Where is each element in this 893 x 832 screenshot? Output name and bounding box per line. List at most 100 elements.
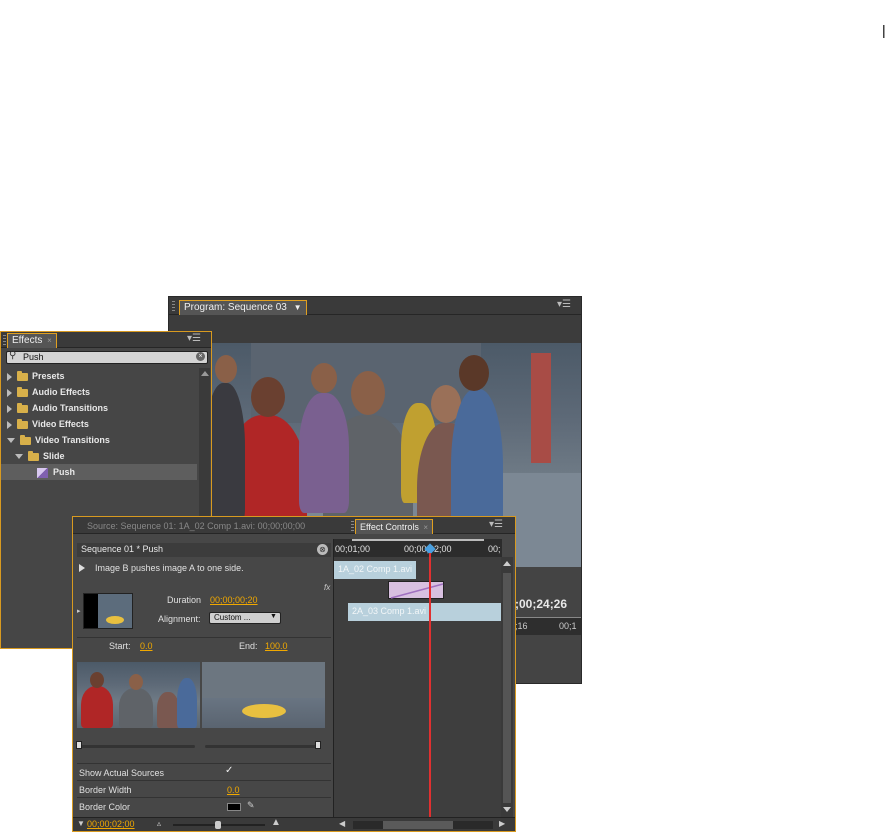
zoom-in-icon[interactable]: ▲ <box>271 817 281 828</box>
play-preview-icon[interactable] <box>79 564 85 572</box>
program-letterbox-top <box>169 315 581 343</box>
bottom-menu-icon[interactable]: ▼ <box>77 819 85 828</box>
close-icon[interactable]: × <box>423 523 428 532</box>
transition-effect-icon <box>37 467 48 478</box>
folder-icon <box>17 418 28 429</box>
expand-arrow-icon[interactable] <box>7 372 12 381</box>
page-marker: | <box>882 22 886 38</box>
program-timecode[interactable]: ;00;24;26 <box>515 597 567 611</box>
bottom-timecode[interactable]: 00;00;02;00 <box>87 819 135 829</box>
panel-grip-icon[interactable] <box>3 335 6 345</box>
eyedropper-icon[interactable]: ✎ <box>247 800 255 811</box>
close-icon[interactable]: × <box>47 336 52 345</box>
ruler-time-right: 00; <box>488 544 501 554</box>
person-purple <box>299 393 349 513</box>
hscroll-thumb[interactable] <box>383 821 453 829</box>
show-actual-sources-checkbox[interactable]: ✓ <box>225 765 236 776</box>
work-area-bar[interactable] <box>352 539 484 541</box>
border-width-label: Border Width <box>79 785 132 795</box>
effects-tree: Presets Audio Effects Audio Transitions … <box>1 368 197 480</box>
timeline-scroll-right-icon[interactable]: ▶ <box>499 819 505 828</box>
timeline-hscroll[interactable] <box>353 821 493 829</box>
effect-timeline-vscroll[interactable] <box>501 557 513 817</box>
timeline-ruler[interactable]: 00;01;00 00;00;02;00 00; <box>334 539 502 557</box>
effects-tab-label: Effects <box>12 335 43 346</box>
panel-menu-icon[interactable]: ▾☰ <box>489 519 503 530</box>
duration-value[interactable]: 00;00;00;20 <box>210 595 258 605</box>
collapse-arrow-icon[interactable] <box>7 438 15 444</box>
folder-icon <box>28 450 39 461</box>
tab-source[interactable]: Source: Sequence 01: 1A_02 Comp 1.avi: 0… <box>87 519 305 533</box>
zoom-slider-thumb[interactable] <box>215 821 221 829</box>
divider <box>77 763 331 764</box>
tree-item-video-effects[interactable]: Video Effects <box>1 416 197 432</box>
tab-program[interactable]: Program: Sequence 03 ▼ <box>179 300 307 315</box>
vscroll-thumb[interactable] <box>503 573 511 803</box>
panel-menu-icon[interactable]: ▾☰ <box>187 333 201 344</box>
scroll-up-icon[interactable] <box>503 561 511 566</box>
expand-arrow-icon[interactable] <box>7 388 12 397</box>
tree-item-audio-transitions[interactable]: Audio Transitions <box>1 400 197 416</box>
effects-tab-bar: Effects × ▾☰ <box>1 332 211 348</box>
tab-effect-controls[interactable]: Effect Controls × <box>355 519 434 534</box>
transition-thumbnail[interactable] <box>83 593 133 629</box>
slider-thumb[interactable] <box>76 741 82 749</box>
alignment-label: Alignment: <box>158 614 201 624</box>
panel-grip-icon[interactable] <box>351 521 354 531</box>
person-head <box>251 377 285 417</box>
scroll-up-icon[interactable] <box>201 371 209 376</box>
effect-controls-tab-label: Effect Controls <box>360 522 419 532</box>
chevron-down-icon: ▼ <box>270 613 277 620</box>
tree-item-video-transitions[interactable]: Video Transitions <box>1 432 197 448</box>
thumbnail-direction-arrow-left[interactable]: ▸ <box>77 607 81 615</box>
scroll-down-icon[interactable] <box>503 807 511 812</box>
divider <box>77 637 331 638</box>
slider-thumb[interactable] <box>315 741 321 749</box>
playhead-line[interactable] <box>429 553 431 817</box>
collapse-arrow-icon[interactable] <box>15 454 23 460</box>
end-slider[interactable] <box>205 741 321 749</box>
border-color-swatch[interactable] <box>227 803 241 811</box>
person-head <box>459 355 489 391</box>
person-red-jacket <box>81 686 113 728</box>
tree-item-slide[interactable]: Slide <box>1 448 197 464</box>
chevron-down-icon[interactable]: ▼ <box>294 303 302 312</box>
clip-b-label: 2A_03 Comp 1.avi <box>352 606 427 616</box>
effects-search-field[interactable]: ⚲ Push × <box>6 350 208 364</box>
clip-a[interactable]: 1A_02 Comp 1.avi <box>334 561 416 579</box>
panel-menu-icon[interactable]: ▾☰ <box>557 299 571 310</box>
timeline-scroll-left-icon[interactable]: ◀ <box>339 819 345 828</box>
ruler-label-a: ;16 <box>515 621 528 631</box>
clip-b[interactable]: 2A_03 Comp 1.avi <box>348 603 502 621</box>
tree-item-audio-effects[interactable]: Audio Effects <box>1 384 197 400</box>
end-label: End: <box>239 641 258 651</box>
folder-icon <box>17 386 28 397</box>
expand-arrow-icon[interactable] <box>7 404 12 413</box>
person-head <box>129 674 143 690</box>
end-value[interactable]: 100.0 <box>265 641 288 651</box>
preset-folder-icon <box>17 370 28 381</box>
wall <box>202 662 325 698</box>
preview-start-image <box>77 662 200 728</box>
tree-item-push[interactable]: Push <box>1 464 197 480</box>
start-slider[interactable] <box>76 741 195 749</box>
zoom-out-icon[interactable]: ▵ <box>157 819 161 828</box>
effect-description: Image B pushes image A to one side. <box>95 563 244 573</box>
alignment-dropdown[interactable]: Custom ... ▼ <box>209 612 281 624</box>
zoom-slider[interactable] <box>173 821 265 829</box>
start-value[interactable]: 0.0 <box>140 641 153 651</box>
tree-item-presets[interactable]: Presets <box>1 368 197 384</box>
clear-search-icon[interactable]: × <box>196 352 205 361</box>
reset-icon[interactable]: ⊗ <box>317 544 328 555</box>
tab-effects[interactable]: Effects × <box>7 333 57 348</box>
show-actual-sources-label: Show Actual Sources <box>79 768 165 778</box>
border-width-value[interactable]: 0.0 <box>227 785 240 795</box>
person-head <box>351 371 385 415</box>
panel-grip-icon[interactable] <box>172 301 175 311</box>
program-ruler[interactable]: ;16 00;1 <box>511 617 581 635</box>
transition-diagonal-icon <box>390 583 444 599</box>
clip-a-label: 1A_02 Comp 1.avi <box>338 564 413 574</box>
divider <box>77 797 331 798</box>
expand-arrow-icon[interactable] <box>7 420 12 429</box>
transition-block[interactable] <box>388 581 444 599</box>
